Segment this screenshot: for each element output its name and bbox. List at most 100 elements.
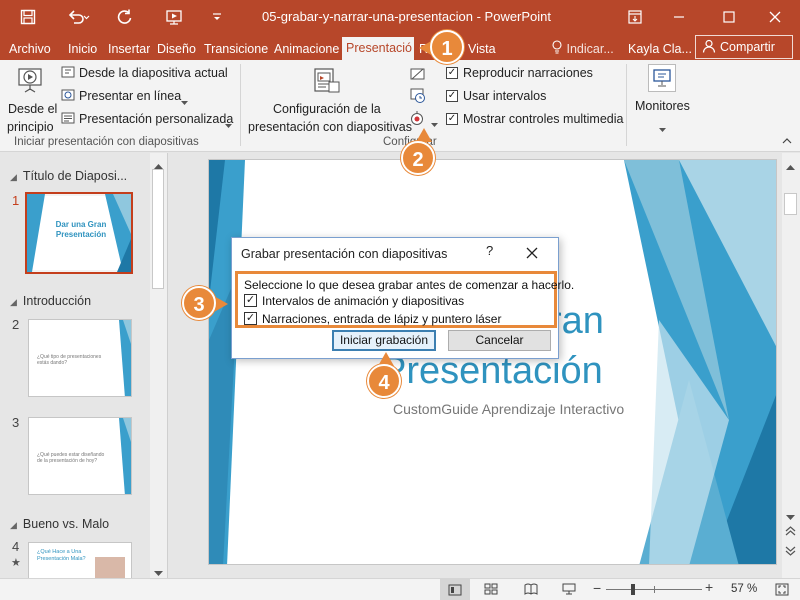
tab-transiciones[interactable]: Transicione [204, 38, 268, 60]
person-icon [702, 39, 716, 56]
panel-scrollbar[interactable] [150, 153, 167, 583]
timings-checkbox-label[interactable]: Intervalos de animación y diapositivas [262, 294, 464, 308]
dropdown-arrow-icon [181, 94, 188, 108]
slide-number: 4 [12, 539, 20, 554]
slide-icon [61, 66, 75, 83]
tab-animaciones[interactable]: Animacione [274, 38, 340, 60]
customize-qat-icon[interactable] [208, 0, 226, 33]
section-header[interactable]: ◢ Introducción [10, 294, 91, 308]
monitors-button[interactable]: Monitores [630, 64, 694, 134]
tab-inicio[interactable]: Inicio [68, 38, 97, 60]
record-slideshow-button[interactable] [409, 110, 439, 128]
maximize-icon[interactable] [716, 0, 742, 33]
scroll-down-icon[interactable] [154, 565, 163, 579]
checkmark-icon: ✓ [446, 113, 458, 125]
slide-thumbnail-4[interactable]: ¿Qué Hace a Una Presentación Mala? [28, 542, 132, 582]
from-beginning-label-1: Desde el [8, 102, 58, 116]
close-icon[interactable] [762, 0, 788, 33]
custom-slideshow-button[interactable]: Presentación personalizada [60, 111, 235, 129]
zoom-out-icon[interactable]: − [593, 580, 601, 596]
setup-slideshow-button[interactable]: Configuración de la presentación con dia… [244, 64, 412, 134]
slide-sorter-icon[interactable] [484, 583, 498, 598]
dialog-prompt: Seleccione lo que desea grabar antes de … [244, 278, 575, 292]
ribbon-display-options-icon[interactable] [622, 0, 648, 33]
tab-vista[interactable]: Vista [468, 38, 496, 60]
monitors-label: Monitores [635, 99, 690, 113]
section-header[interactable]: ◢ Bueno vs. Malo [10, 517, 109, 531]
ribbon: Desde el principio Desde la diapositiva … [0, 60, 800, 152]
slide-thumbnails-panel: ◢ Título de Diaposi... 1 Dar una Gran Pre… [0, 153, 168, 583]
redo-icon[interactable] [112, 0, 138, 33]
rehearse-timings-button[interactable] [410, 88, 426, 104]
section-title: Título de Diaposi... [22, 169, 128, 183]
group-label-iniciar: Iniciar presentación con diapositivas [14, 136, 199, 148]
tell-me-label: Indicar... [566, 42, 614, 56]
scroll-thumb[interactable] [152, 169, 164, 289]
current-slide[interactable]: ran Presentación CustomGuide Aprendizaje… [208, 159, 777, 565]
tab-diseno[interactable]: Diseño [157, 38, 196, 60]
custom-slideshow-label: Presentación personalizada [79, 112, 234, 126]
scroll-down-icon[interactable] [786, 509, 795, 523]
section-title: Bueno vs. Malo [22, 517, 110, 531]
fit-to-window-icon[interactable] [775, 583, 789, 599]
narrations-checkbox[interactable]: ✓ [244, 312, 257, 325]
dropdown-arrow-icon [225, 117, 232, 131]
zoom-slider-thumb[interactable] [631, 584, 635, 595]
undo-icon[interactable] [62, 0, 96, 33]
tab-archivo[interactable]: Archivo [9, 38, 51, 60]
slide-thumbnail-1[interactable]: Dar una Gran Presentación [25, 192, 133, 274]
monitor-icon [648, 64, 676, 92]
present-online-button[interactable]: Presentar en línea [60, 88, 190, 106]
from-current-slide-label: Desde la diapositiva actual [79, 66, 228, 80]
from-beginning-button[interactable]: Desde el principio [4, 64, 58, 134]
zoom-slider[interactable] [606, 584, 702, 595]
play-narrations-checkbox[interactable]: ✓ Reproducir narraciones [446, 66, 596, 82]
ribbon-separator [626, 64, 627, 146]
record-slideshow-dialog: Grabar presentación con diapositivas ? S… [231, 237, 574, 359]
editor-scrollbar[interactable] [782, 153, 800, 578]
zoom-in-icon[interactable]: + [705, 579, 713, 595]
use-timings-checkbox[interactable]: ✓ Usar intervalos [446, 89, 556, 105]
dialog-close-icon[interactable] [526, 242, 538, 264]
prev-slide-icon[interactable] [785, 525, 796, 539]
cancel-button[interactable]: Cancelar [448, 330, 551, 351]
hide-slide-button[interactable] [410, 66, 426, 82]
slide-thumbnail-2[interactable]: ¿Qué tipo de presentaciones estás dando? [28, 319, 132, 397]
hide-slide-icon [410, 68, 425, 80]
star-icon: ★ [11, 557, 21, 569]
slideshow-view-icon[interactable] [562, 583, 576, 598]
collapse-ribbon-icon[interactable] [782, 134, 792, 148]
callout-arrow [214, 296, 228, 312]
dropdown-arrow-icon [659, 121, 666, 135]
tab-presentacion[interactable]: Presentació [342, 37, 414, 60]
timings-checkbox[interactable]: ✓ [244, 294, 257, 307]
callout-badge-2: 2 [401, 141, 435, 175]
save-icon[interactable] [14, 0, 42, 33]
tab-insertar[interactable]: Insertar [108, 38, 150, 60]
callout-arrow [416, 128, 432, 142]
scroll-up-icon[interactable] [786, 159, 795, 173]
setup-slideshow-label-1: Configuración de la [273, 102, 381, 116]
scroll-thumb[interactable] [784, 193, 797, 215]
show-media-controls-checkbox[interactable]: ✓ Mostrar controles multimedia [446, 112, 626, 128]
show-media-controls-label: Mostrar controles multimedia [463, 112, 624, 126]
ribbon-separator [240, 64, 241, 146]
next-slide-icon[interactable] [785, 545, 796, 559]
section-title: Introducción [22, 294, 92, 308]
slide-thumbnail-3[interactable]: ¿Qué puedes estar diseñando de la presen… [28, 417, 132, 495]
from-current-slide-button[interactable]: Desde la diapositiva actual [60, 65, 235, 83]
start-slideshow-icon[interactable] [160, 0, 190, 33]
setup-slideshow-label-2: presentación con diapositivas [248, 120, 412, 134]
reading-view-icon[interactable] [524, 583, 538, 598]
tell-me-box[interactable]: Indicar... [551, 38, 614, 60]
minimize-icon[interactable] [666, 0, 692, 33]
share-button[interactable]: Compartir [695, 35, 793, 59]
user-name[interactable]: Kayla Cla... [628, 38, 692, 60]
start-recording-button[interactable]: Iniciar grabación [332, 330, 436, 351]
slide-number: 3 [12, 415, 20, 430]
help-button[interactable]: ? [486, 243, 493, 258]
narrations-checkbox-label[interactable]: Narraciones, entrada de lápiz y puntero … [262, 312, 501, 326]
zoom-level[interactable]: 57 % [731, 583, 757, 595]
normal-view-icon[interactable] [440, 579, 470, 600]
section-header[interactable]: ◢ Título de Diaposi... [10, 169, 127, 183]
